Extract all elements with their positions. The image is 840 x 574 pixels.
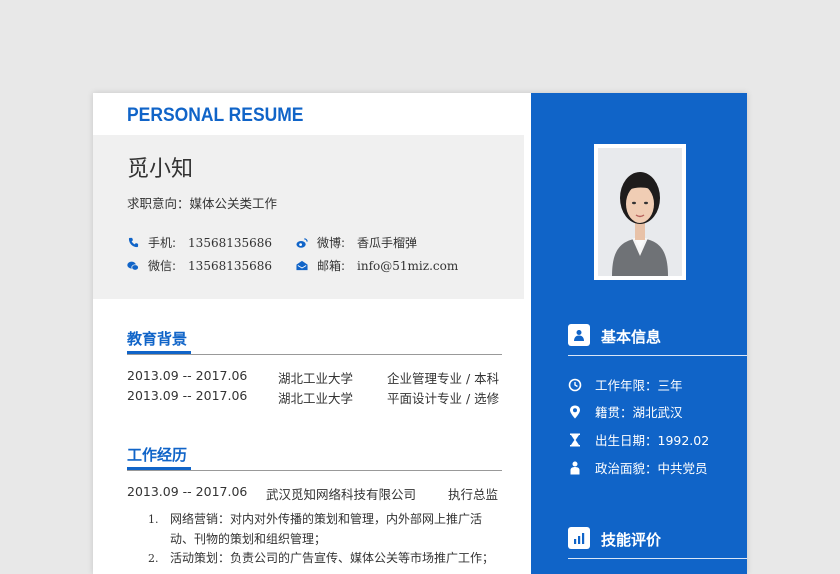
basic-item-text: 政治面貌：中共党员 — [595, 461, 708, 476]
edu-school: 湖北工业大学 — [278, 391, 354, 406]
person-icon — [568, 461, 582, 475]
contact-label: 微博: — [317, 236, 346, 250]
section-divider — [568, 355, 747, 356]
work-position: 执行总监 — [448, 487, 499, 502]
candidate-name: 觅小知 — [127, 157, 194, 182]
contact-label: 邮箱: — [317, 259, 346, 273]
contact-weibo: 微博: 香瓜手榴弹 — [296, 234, 417, 251]
work-duties: 1. 网络营销：对内对外传播的策划和管理，内外部网上推广活 动、刊物的策划和组织… — [148, 510, 500, 569]
item-text: 活动策划：负责公司的广告宣传、媒体公关等市场推广工作； — [170, 551, 495, 565]
contact-wechat: 微信: 13568135686 — [127, 257, 272, 274]
list-item: 2. 活动策划：负责公司的广告宣传、媒体公关等市场推广工作； — [148, 549, 500, 569]
list-item: 1. 网络营销：对内对外传播的策划和管理，内外部网上推广活 动、刊物的策划和组织… — [148, 510, 500, 549]
edu-major: 企业管理专业 / 本科 — [387, 371, 500, 386]
basic-item-text: 出生日期：1992.02 — [595, 433, 710, 448]
job-intent-label: 求职意向： — [127, 196, 190, 211]
contact-value: 香瓜手榴弹 — [357, 236, 418, 250]
basic-item-birthdate: 出生日期：1992.02 — [568, 430, 709, 449]
edu-period: 2013.09 -- 2017.06 — [127, 388, 248, 403]
section-divider — [568, 558, 747, 559]
left-column: PERSONAL RESUME 觅小知 求职意向：媒体公关类工作 手机: 135… — [93, 93, 531, 574]
location-icon — [568, 405, 582, 419]
profile-photo — [594, 144, 686, 280]
clock-icon — [568, 378, 582, 392]
edu-school: 湖北工业大学 — [278, 371, 354, 386]
basic-item-text: 籍贯：湖北武汉 — [595, 405, 683, 420]
section-divider — [127, 470, 502, 471]
id-card-icon — [568, 324, 590, 346]
section-title-basic: 基本信息 — [601, 328, 662, 346]
wechat-icon — [127, 260, 139, 272]
work-company: 武汉觅知网络科技有限公司 — [266, 487, 417, 502]
section-title-education: 教育背景 — [127, 330, 188, 348]
basic-item-political: 政治面貌：中共党员 — [568, 458, 708, 477]
contact-email: 邮箱: info@51miz.com — [296, 257, 458, 274]
contact-value: 13568135686 — [188, 235, 273, 250]
item-text: 网络营销：对内对外传播的策划和管理，内外部网上推广活 — [170, 512, 483, 526]
header-box: 觅小知 求职意向：媒体公关类工作 手机: 13568135686 微博: 香瓜手… — [93, 135, 524, 299]
right-sidebar: 基本信息 工作年限：三年 籍贯：湖北武汉 出生日期：1992.02 政治面貌：中… — [531, 93, 747, 574]
contact-label: 手机: — [148, 236, 177, 250]
job-intent-value: 媒体公关类工作 — [189, 196, 278, 211]
phone-icon — [127, 237, 139, 249]
hourglass-icon — [568, 433, 582, 447]
chart-icon — [568, 527, 590, 549]
portrait-image — [598, 148, 682, 276]
basic-item-text: 工作年限：三年 — [595, 378, 683, 393]
edu-major: 平面设计专业 / 选修 — [387, 391, 500, 406]
section-title-skills: 技能评价 — [601, 531, 662, 549]
basic-item-experience: 工作年限：三年 — [568, 375, 683, 394]
section-title-work: 工作经历 — [127, 446, 188, 464]
mail-icon — [296, 260, 308, 272]
weibo-icon — [296, 237, 308, 249]
section-divider — [127, 354, 502, 355]
contact-phone: 手机: 13568135686 — [127, 234, 272, 251]
resume-title: PERSONAL RESUME — [127, 105, 304, 126]
job-intent: 求职意向：媒体公关类工作 — [127, 193, 277, 212]
contact-value: info@51miz.com — [357, 258, 459, 273]
edu-period: 2013.09 -- 2017.06 — [127, 368, 248, 383]
work-period: 2013.09 -- 2017.06 — [127, 484, 248, 499]
item-text: 动、刊物的策划和组织管理； — [170, 531, 327, 546]
basic-item-origin: 籍贯：湖北武汉 — [568, 402, 683, 421]
contact-label: 微信: — [148, 259, 177, 273]
item-number: 2. — [148, 552, 159, 565]
contact-value: 13568135686 — [188, 258, 273, 273]
item-number: 1. — [148, 513, 159, 526]
resume-page: PERSONAL RESUME 觅小知 求职意向：媒体公关类工作 手机: 135… — [93, 93, 747, 574]
